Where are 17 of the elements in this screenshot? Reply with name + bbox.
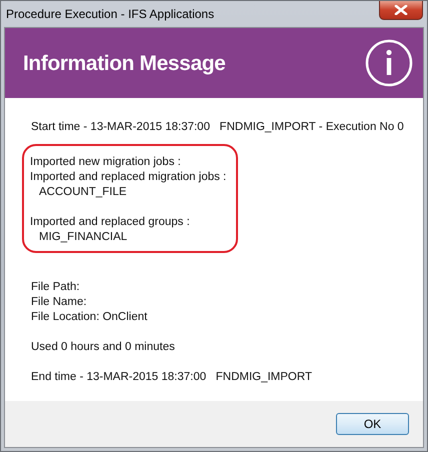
close-button[interactable] [379, 1, 423, 20]
message-line: Imported and replaced migration jobs : [30, 170, 226, 185]
message-line: End time - 13-MAR-2015 18:37:00 FNDMIG_IMPORT [31, 370, 312, 385]
header-title: Information Message [23, 52, 226, 76]
message-line: File Path: [31, 280, 81, 295]
ok-button[interactable]: OK [336, 413, 409, 435]
message-line: ACCOUNT_FILE [38, 185, 128, 200]
message-line: File Name: [31, 295, 88, 310]
message-line: Start time - 13-MAR-2015 18:37:00 FNDMIG_IMPORT - Execution No 0 [31, 120, 404, 135]
info-icon [365, 39, 413, 87]
close-icon [394, 5, 408, 15]
message-line: Imported and replaced groups : [30, 215, 191, 230]
message-line: MIG_FINANCIAL [38, 230, 128, 245]
message-line: Imported new migration jobs : [30, 155, 182, 170]
window-title: Procedure Execution - IFS Applications [6, 7, 214, 21]
message-line: Used 0 hours and 0 minutes [31, 340, 176, 355]
message-line: File Location: OnClient [31, 310, 148, 325]
